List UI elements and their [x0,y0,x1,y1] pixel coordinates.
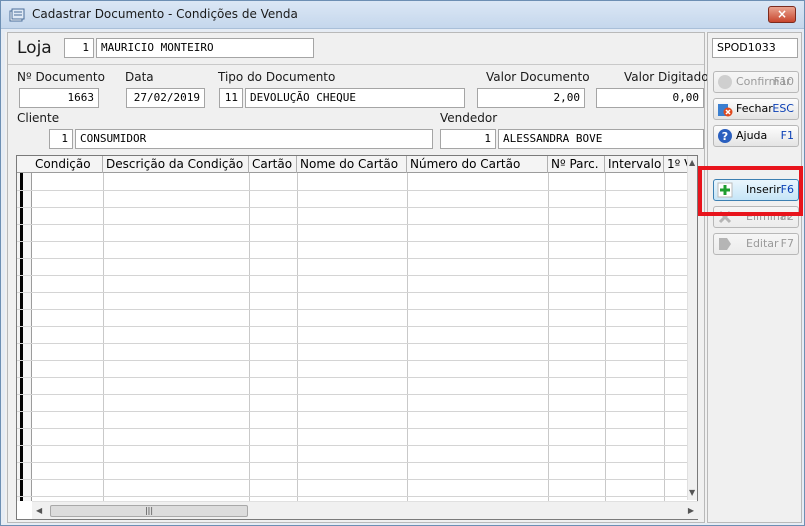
column-divider [249,173,250,501]
confirmar-key: F10 [773,75,794,88]
column-header[interactable]: Descrição da Condição [103,156,249,173]
column-header[interactable]: Cartão [249,156,297,173]
row-divider [17,394,689,395]
fechar-label: Fechar [736,102,773,115]
valor-digitado-field[interactable]: 0,00 [596,88,704,108]
title-bar[interactable]: Cadastrar Documento - Condições de Venda… [1,1,804,29]
vendedor-label: Vendedor [440,111,498,125]
scroll-right-icon[interactable]: ▶ [688,506,694,515]
cliente-code-field[interactable]: 1 [49,129,73,149]
column-divider [605,173,606,501]
valor-documento-field[interactable]: 2,00 [477,88,585,108]
row-divider [17,343,689,344]
scroll-down-icon[interactable]: ▼ [689,488,695,497]
column-header[interactable]: Nome do Cartão [297,156,407,173]
confirmar-button[interactable]: Confirmar F10 [713,71,799,93]
tipo-documento-label: Tipo do Documento [218,70,336,84]
fechar-key: ESC [772,102,794,115]
vendedor-name-field[interactable]: ALESSANDRA BOVE [498,129,704,149]
ajuda-label: Ajuda [736,129,768,142]
client-area: Loja 1 MAURICIO MONTEIRO Nº Documento Da… [5,32,802,523]
row-divider [17,241,689,242]
column-header[interactable]: 1º V [664,156,689,173]
window-title: Cadastrar Documento - Condições de Venda [32,7,298,21]
fechar-button[interactable]: Fechar ESC [713,98,799,120]
column-divider [407,173,408,501]
side-panel: SPOD1033 Confirmar F10 Fechar ESC ? Ajud… [707,32,802,523]
vertical-scrollbar[interactable]: ▲ ▼ [687,156,697,500]
editar-key: F7 [780,237,794,250]
row-divider [17,479,689,480]
scroll-up-icon[interactable]: ▲ [689,158,695,167]
row-divider [17,445,689,446]
main-panel: Loja 1 MAURICIO MONTEIRO Nº Documento Da… [7,32,709,523]
data-label: Data [125,70,154,84]
valor-documento-label: Valor Documento [486,70,590,84]
column-header[interactable]: Número do Cartão [407,156,548,173]
valor-digitado-label: Valor Digitado [624,70,709,84]
horizontal-scrollbar[interactable]: ◀ ||| ▶ [32,501,698,519]
screen-code-field: SPOD1033 [712,38,798,58]
close-document-icon [718,104,733,117]
column-header[interactable]: Condição [32,156,103,173]
app-icon [9,8,25,22]
ajuda-key: F1 [780,129,794,142]
row-divider [17,411,689,412]
grid-header: Condição Descrição da Condição Cartão Nome … [17,156,689,173]
row-divider [17,275,689,276]
tipo-code-field[interactable]: 11 [219,88,243,108]
close-button[interactable]: × [768,6,796,23]
column-header[interactable]: Intervalo [605,156,664,173]
horizontal-scroll-thumb[interactable]: ||| [50,505,248,517]
data-field[interactable]: 27/02/2019 [126,88,205,108]
row-divider [17,292,689,293]
row-divider [17,258,689,259]
ajuda-button[interactable]: ? Ajuda F1 [713,125,799,147]
separator [8,64,704,65]
row-divider [17,462,689,463]
column-divider [103,173,104,501]
column-header[interactable]: Nº Parc. [548,156,605,173]
row-divider [17,207,689,208]
help-icon: ? [718,129,732,143]
column-divider [548,173,549,501]
conditions-grid[interactable]: Condição Descrição da Condição Cartão Nome … [16,155,698,520]
loja-code-field[interactable]: 1 [64,38,94,58]
loja-label: Loja [17,38,52,58]
row-divider [17,190,689,191]
editar-button[interactable]: Editar F7 [713,233,799,255]
scroll-left-icon[interactable]: ◀ [36,506,42,515]
cliente-name-field[interactable]: CONSUMIDOR [75,129,433,149]
row-divider [17,377,689,378]
cliente-label: Cliente [17,111,60,125]
numero-documento-field[interactable]: 1663 [19,88,99,108]
numero-documento-label: Nº Documento [17,70,105,84]
tipo-name-field[interactable]: DEVOLUÇÃO CHEQUE [245,88,465,108]
edit-icon [719,238,731,250]
row-divider [17,496,689,497]
column-divider [297,173,298,501]
row-divider [17,309,689,310]
column-divider [664,173,665,501]
loja-name-field[interactable]: MAURICIO MONTEIRO [96,38,314,58]
confirm-icon [718,75,732,89]
row-divider [17,428,689,429]
svg-text:?: ? [722,130,728,143]
row-divider [17,224,689,225]
editar-label: Editar [746,237,779,250]
window: Cadastrar Documento - Condições de Venda… [0,0,805,526]
vendedor-code-field[interactable]: 1 [440,129,496,149]
inserir-highlight [698,166,803,216]
row-divider [17,360,689,361]
row-divider [17,326,689,327]
